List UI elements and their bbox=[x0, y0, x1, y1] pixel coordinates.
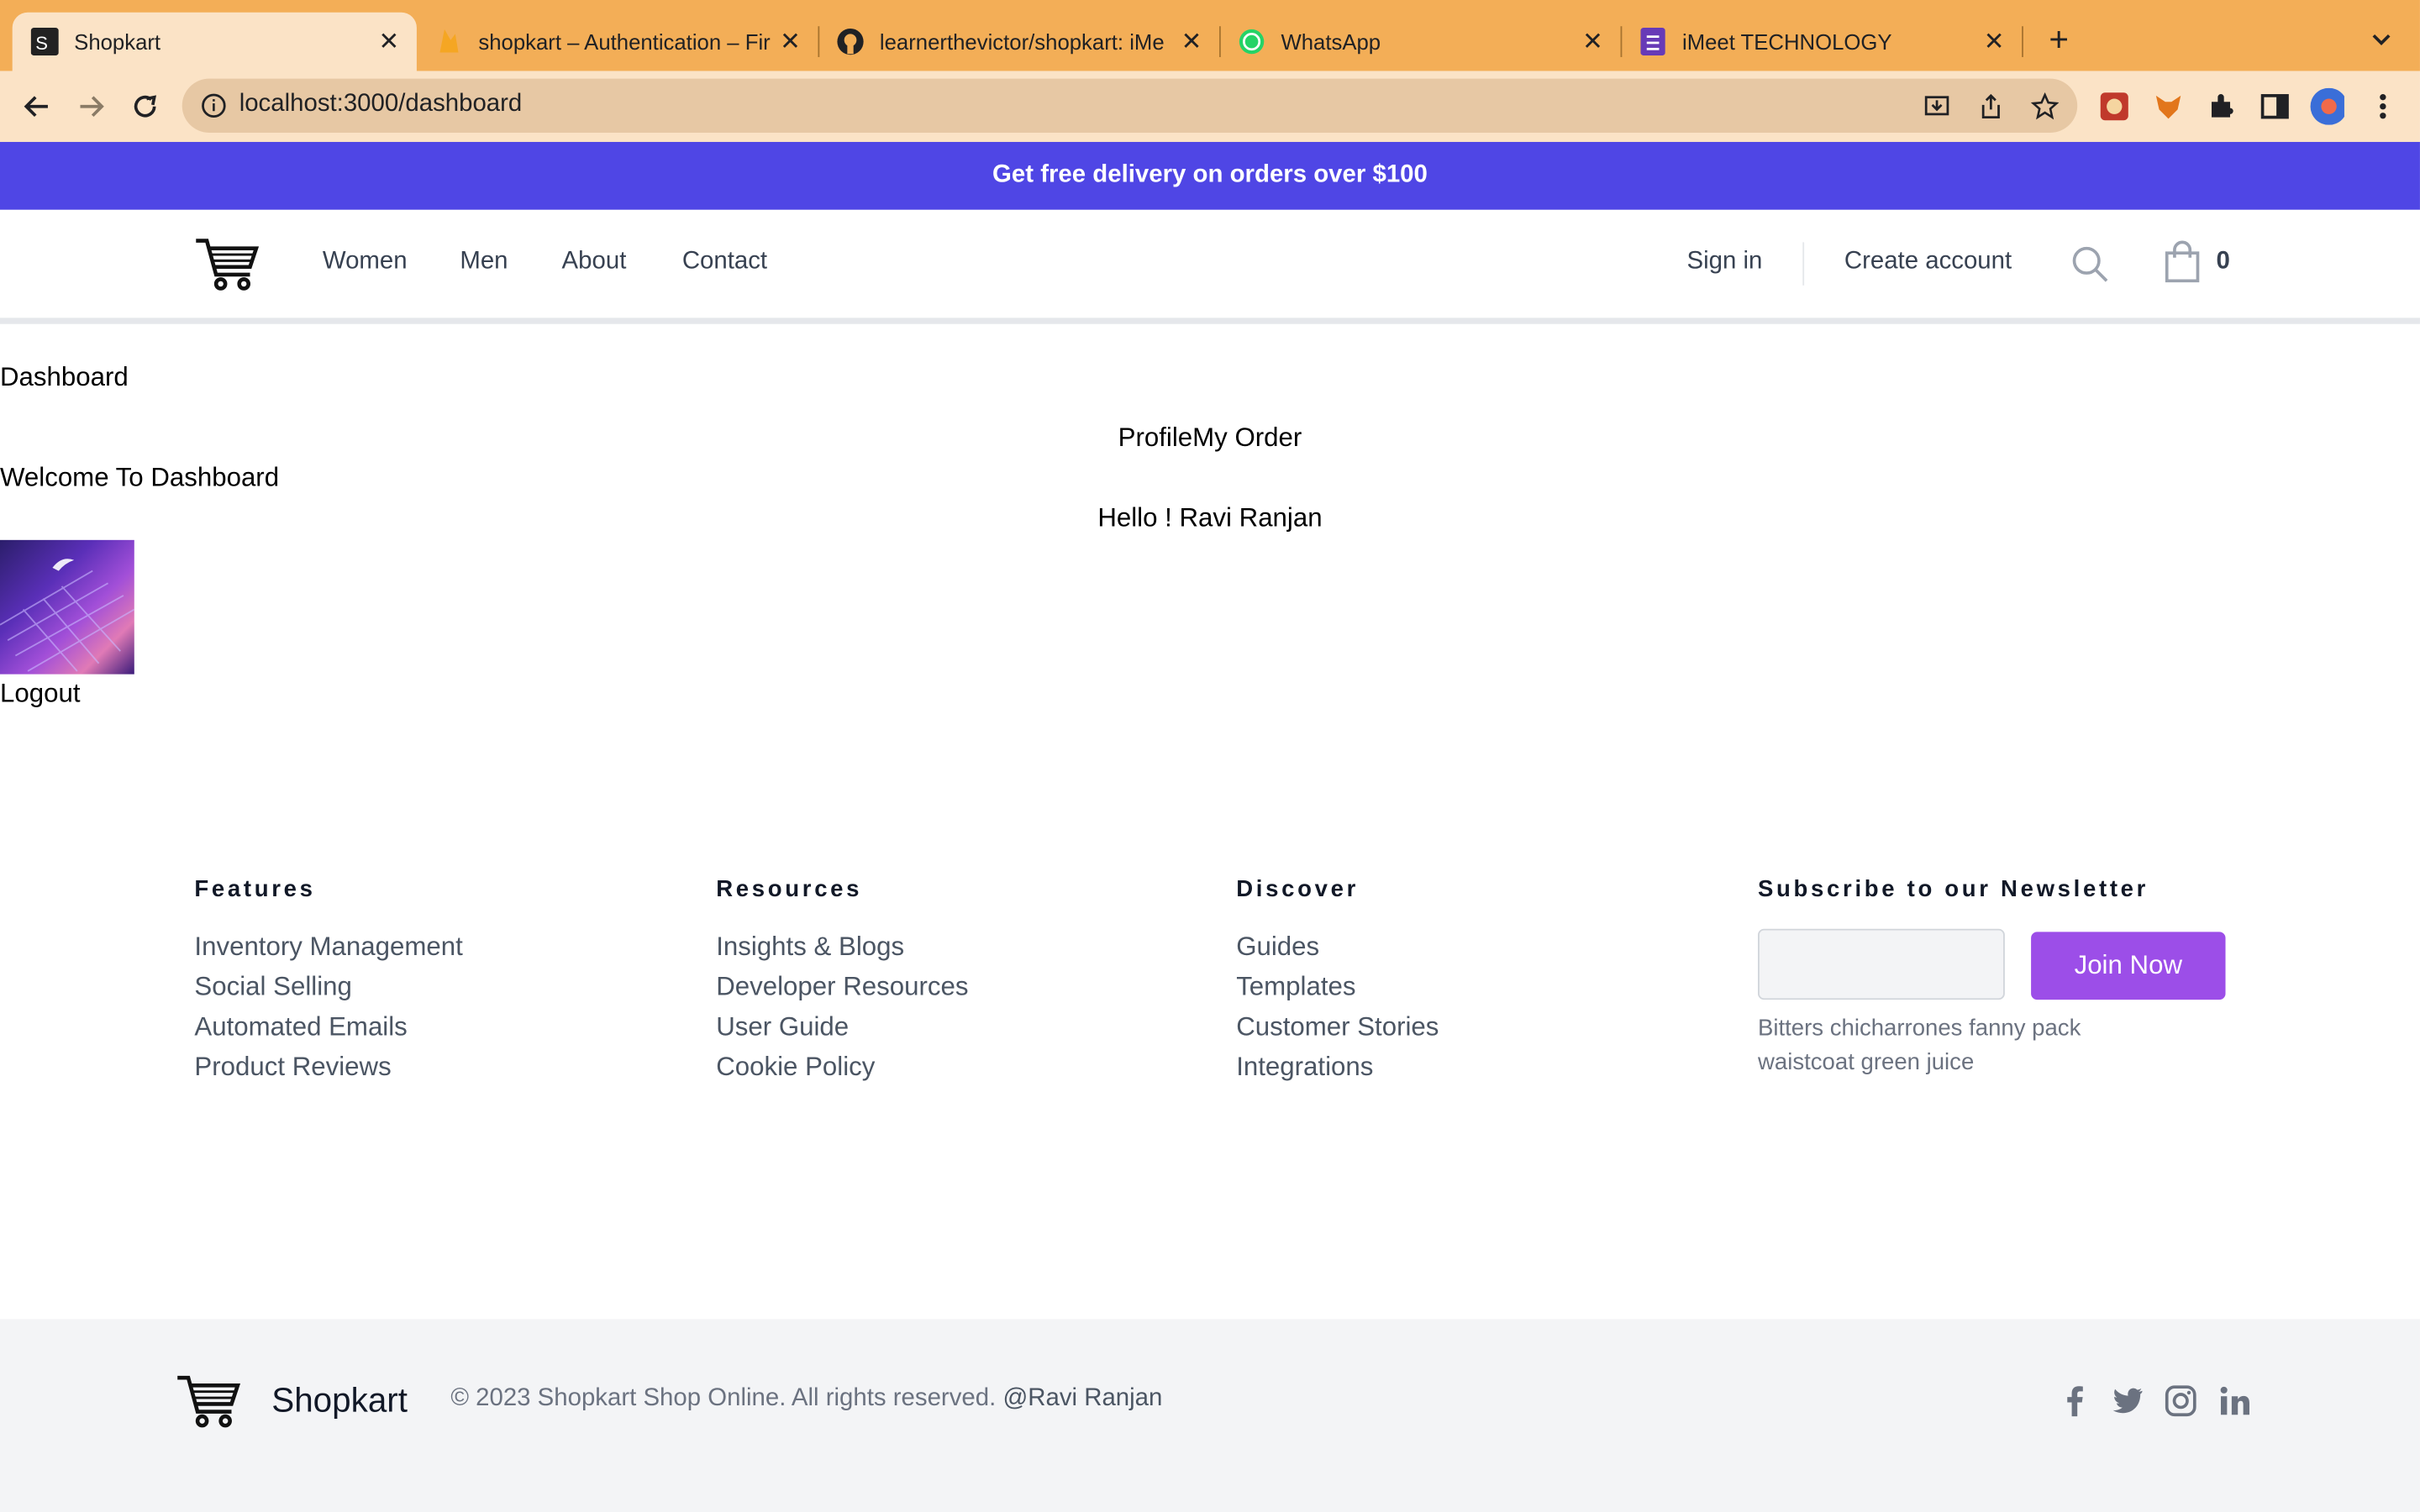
nav-women[interactable]: Women bbox=[323, 249, 408, 276]
reload-icon[interactable] bbox=[127, 88, 164, 125]
forward-arrow-icon[interactable] bbox=[72, 88, 109, 125]
copyright-notice: © 2023 Shopkart Shop Online. All rights … bbox=[450, 1385, 997, 1412]
back-arrow-icon[interactable] bbox=[18, 88, 55, 125]
user-avatar bbox=[0, 539, 134, 675]
profile-avatar-icon[interactable] bbox=[2310, 87, 2344, 125]
extensions-puzzle-icon[interactable] bbox=[2206, 90, 2239, 123]
newsletter-description: Bitters chicharrones fanny pack waistcoa… bbox=[1758, 1015, 2081, 1076]
tab-whatsapp[interactable]: WhatsApp ✕ bbox=[1219, 13, 1621, 71]
tab-shopkart[interactable]: S Shopkart ✕ bbox=[12, 12, 417, 71]
url-text: localhost:3000/dashboard bbox=[239, 91, 523, 118]
close-tab-icon[interactable]: ✕ bbox=[1975, 26, 2012, 57]
footer-link[interactable]: Customer Stories bbox=[1236, 1007, 1439, 1047]
nav-about[interactable]: About bbox=[562, 249, 627, 276]
facebook-icon[interactable] bbox=[2057, 1384, 2091, 1418]
whatsapp-favicon-icon bbox=[1238, 28, 1265, 55]
footer-column-features: Features Inventory Management Social Sel… bbox=[194, 876, 462, 1088]
footer-column-resources: Resources Insights & Blogs Developer Res… bbox=[716, 876, 968, 1088]
close-tab-icon[interactable]: ✕ bbox=[771, 26, 808, 57]
footer-link[interactable]: Developer Resources bbox=[716, 968, 968, 1008]
new-tab-button[interactable]: + bbox=[2040, 20, 2077, 60]
shopping-bag-icon[interactable] bbox=[2164, 240, 2201, 284]
shopkart-favicon-icon: S bbox=[30, 28, 59, 56]
footer-link[interactable]: Guides bbox=[1236, 927, 1439, 968]
header-divider bbox=[0, 318, 2420, 324]
github-favicon-icon bbox=[836, 28, 864, 55]
tab-title: WhatsApp bbox=[1281, 29, 1381, 55]
create-account-link[interactable]: Create account bbox=[1844, 249, 2012, 276]
author-handle-link[interactable]: @Ravi Ranjan bbox=[1002, 1385, 1162, 1411]
close-tab-icon[interactable]: ✕ bbox=[1173, 26, 1210, 57]
sign-in-link[interactable]: Sign in bbox=[1687, 249, 1763, 276]
svg-text:S: S bbox=[35, 33, 48, 54]
nav-men[interactable]: Men bbox=[460, 249, 508, 276]
footer-link[interactable]: User Guide bbox=[716, 1007, 968, 1047]
tab-separator bbox=[2022, 26, 2023, 57]
tab-title: shopkart – Authentication – Fir bbox=[478, 29, 771, 55]
footer-column-newsletter: Subscribe to our Newsletter bbox=[1758, 876, 2149, 927]
share-icon[interactable] bbox=[1975, 91, 2007, 122]
logout-button[interactable]: Logout bbox=[0, 679, 81, 710]
firebase-favicon-icon bbox=[435, 28, 463, 55]
welcome-text: Welcome To Dashboard bbox=[0, 463, 280, 492]
install-app-icon[interactable] bbox=[1922, 91, 1953, 122]
tab-imeet[interactable]: iMeet TECHNOLOGY ✕ bbox=[1621, 13, 2023, 71]
footer-cart-logo-icon[interactable] bbox=[175, 1373, 243, 1429]
newsletter-heading: Subscribe to our Newsletter bbox=[1758, 876, 2149, 903]
shopkart-logo-cart-icon[interactable] bbox=[194, 236, 260, 291]
promo-banner: Get free delivery on orders over $100 bbox=[0, 141, 2420, 210]
side-panel-icon[interactable] bbox=[2258, 90, 2291, 123]
footer-link[interactable]: Product Reviews bbox=[194, 1047, 462, 1088]
nav-contact[interactable]: Contact bbox=[682, 249, 767, 276]
copyright-text: © 2023 Shopkart Shop Online. All rights … bbox=[450, 1385, 1162, 1413]
join-now-button[interactable]: Join Now bbox=[2031, 932, 2226, 1000]
twitter-icon[interactable] bbox=[2110, 1384, 2144, 1418]
address-bar[interactable]: localhost:3000/dashboard bbox=[182, 78, 2078, 133]
footer-link[interactable]: Inventory Management bbox=[194, 927, 462, 968]
tab-search-chevron-icon[interactable] bbox=[2365, 22, 2398, 55]
close-tab-icon[interactable]: ✕ bbox=[371, 26, 408, 57]
footer-link[interactable]: Integrations bbox=[1236, 1047, 1439, 1088]
profile-order-tabs[interactable]: ProfileMy Order bbox=[0, 423, 2420, 454]
footer-link[interactable]: Automated Emails bbox=[194, 1007, 462, 1047]
forms-favicon-icon bbox=[1639, 28, 1667, 56]
close-tab-icon[interactable]: ✕ bbox=[1574, 26, 1611, 57]
footer-heading: Discover bbox=[1236, 876, 1359, 903]
footer-link[interactable]: Cookie Policy bbox=[716, 1047, 968, 1088]
instagram-icon[interactable] bbox=[2164, 1384, 2197, 1418]
greeting-text: Hello ! Ravi Ranjan bbox=[1097, 502, 1323, 533]
tab-title: iMeet TECHNOLOGY bbox=[1682, 29, 1892, 55]
browser-toolbar: localhost:3000/dashboard bbox=[0, 71, 2420, 142]
metamask-fox-icon[interactable] bbox=[2151, 90, 2185, 123]
footer-heading: Features bbox=[194, 876, 316, 903]
footer-link[interactable]: Templates bbox=[1236, 968, 1439, 1008]
bookmark-star-icon[interactable] bbox=[2029, 91, 2060, 122]
footer-column-discover: Discover Guides Templates Customer Stori… bbox=[1236, 876, 1439, 1088]
footer-link[interactable]: Insights & Blogs bbox=[716, 927, 968, 968]
browser-tab-bar: S Shopkart ✕ shopkart – Authentication –… bbox=[0, 0, 2420, 71]
search-icon[interactable] bbox=[2070, 244, 2110, 284]
footer-brand-name: Shopkart bbox=[271, 1380, 408, 1420]
tab-title: Shopkart bbox=[74, 29, 161, 55]
tab-github[interactable]: learnerthevictor/shopkart: iMe ✕ bbox=[818, 13, 1219, 71]
tab-title: learnerthevictor/shopkart: iMe bbox=[879, 29, 1165, 55]
extension-puzzle-red-icon[interactable] bbox=[2097, 90, 2131, 123]
newsletter-email-input[interactable] bbox=[1758, 928, 2005, 1000]
footer-link[interactable]: Social Selling bbox=[194, 968, 462, 1008]
footer-heading: Resources bbox=[716, 876, 863, 903]
header-separator bbox=[1802, 242, 1805, 286]
linkedin-icon[interactable] bbox=[2217, 1384, 2251, 1418]
dashboard-heading: Dashboard bbox=[0, 362, 129, 392]
cart-count: 0 bbox=[2216, 248, 2230, 275]
tab-firebase[interactable]: shopkart – Authentication – Fir ✕ bbox=[417, 13, 818, 71]
browser-menu-icon[interactable] bbox=[2366, 90, 2400, 123]
site-info-icon[interactable] bbox=[201, 92, 227, 118]
